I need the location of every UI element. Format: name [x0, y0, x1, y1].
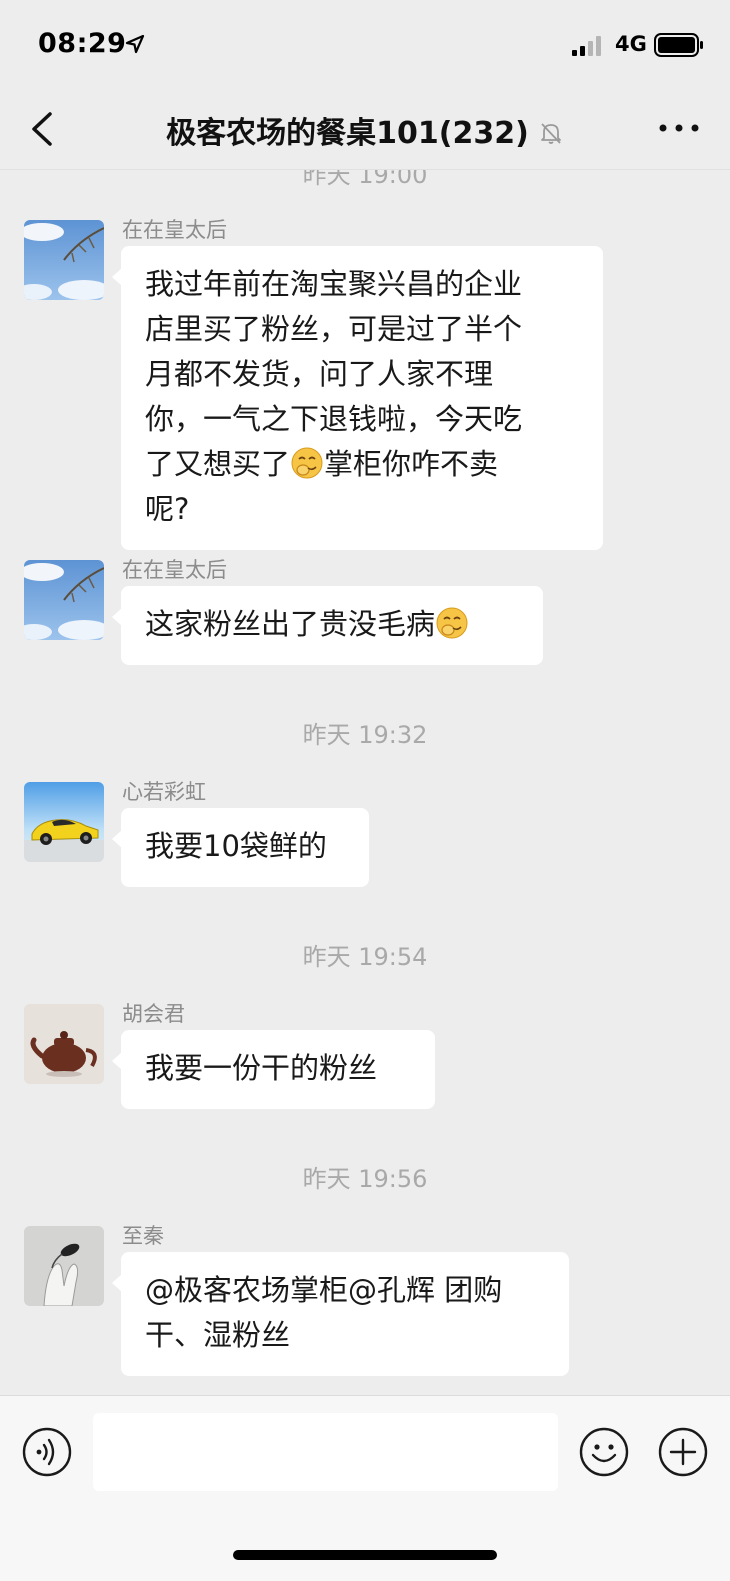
sender-name: 在在皇太后: [122, 218, 227, 242]
message-text: 我要10袋鲜的: [145, 829, 327, 863]
more-functions-plus-button[interactable]: [657, 1426, 709, 1478]
timestamp-partial: 昨天 19:00: [302, 170, 428, 189]
chat-title-area[interactable]: 极客农场的餐桌101(232): [0, 108, 730, 152]
sky-avatar-image: [24, 560, 104, 640]
emoji-button[interactable]: [578, 1426, 630, 1478]
sender-name: 在在皇太后: [122, 558, 227, 582]
message-bubble[interactable]: 我要一份干的粉丝: [112, 1030, 435, 1109]
ink-avatar[interactable]: [24, 1226, 104, 1306]
teapot-avatar-image: [24, 1004, 104, 1084]
message-line: 店里买了粉丝，可是过了半个: [145, 312, 523, 346]
timestamp: 昨天 19:56: [302, 1165, 428, 1193]
nav-bar: 极客农场的餐桌101(232): [0, 88, 730, 170]
battery-icon: [654, 33, 703, 57]
input-bar: [0, 1395, 730, 1581]
network-type: 4G: [615, 32, 647, 56]
message-line: 月都不发货，问了人家不理: [145, 357, 494, 391]
sky-avatar[interactable]: [24, 220, 104, 300]
cellular-signal-icon: [572, 36, 601, 56]
message-line: 我过年前在淘宝聚兴昌的企业: [145, 267, 523, 301]
sky-avatar[interactable]: [24, 560, 104, 640]
message-line: 呢?: [145, 492, 190, 526]
sender-name: 至秦: [122, 1224, 164, 1248]
status-bar: 08:29 4G: [0, 0, 730, 88]
timestamp: 昨天 19:32: [302, 721, 428, 749]
message-bubble[interactable]: 我过年前在淘宝聚兴昌的企业 店里买了粉丝，可是过了半个 月都不发货，问了人家不理…: [112, 246, 603, 550]
timestamp: 昨天 19:54: [302, 943, 428, 971]
message-line: @极客农场掌柜@孔辉 团购: [145, 1273, 503, 1307]
chuckle-emoji-icon: [291, 447, 323, 479]
mute-bell-icon: [540, 123, 561, 144]
ink-avatar-image: [24, 1226, 104, 1306]
message-text-segment: 了又想买了: [145, 447, 291, 481]
message-line: 你，一气之下退钱啦，今天吃: [145, 402, 523, 436]
sender-name: 心若彩虹: [122, 780, 206, 804]
message-bubble[interactable]: @极客农场掌柜@孔辉 团购 干、湿粉丝: [112, 1252, 569, 1376]
message-text-segment: 掌柜你咋不卖: [324, 447, 499, 481]
location-arrow-icon: [125, 34, 145, 54]
car-avatar-image: [24, 782, 104, 862]
message-input[interactable]: [93, 1413, 558, 1491]
teapot-avatar[interactable]: [24, 1004, 104, 1084]
chuckle-emoji-icon: [436, 607, 468, 639]
message-text: 这家粉丝出了贵没毛病: [145, 607, 436, 641]
message-line: 干、湿粉丝: [145, 1318, 291, 1352]
message-bubble[interactable]: 我要10袋鲜的: [112, 808, 369, 887]
message-list[interactable]: 昨天 19:00 在在皇太后 我过年前在淘宝聚兴昌的企业 店里买了粉丝，可是过了…: [0, 170, 730, 1406]
more-options-button[interactable]: [654, 110, 704, 146]
home-indicator[interactable]: [233, 1550, 497, 1560]
chat-title: 极客农场的餐桌101(232): [166, 116, 529, 151]
status-time: 08:29: [38, 28, 127, 59]
voice-input-button[interactable]: [21, 1426, 73, 1478]
car-avatar[interactable]: [24, 782, 104, 862]
message-line: 了又想买了 掌柜你咋不卖: [145, 442, 579, 487]
message-text: 我要一份干的粉丝: [145, 1051, 378, 1085]
message-bubble[interactable]: 这家粉丝出了贵没毛病: [112, 586, 543, 665]
sender-name: 胡会君: [122, 1002, 185, 1026]
sky-avatar-image: [24, 220, 104, 300]
